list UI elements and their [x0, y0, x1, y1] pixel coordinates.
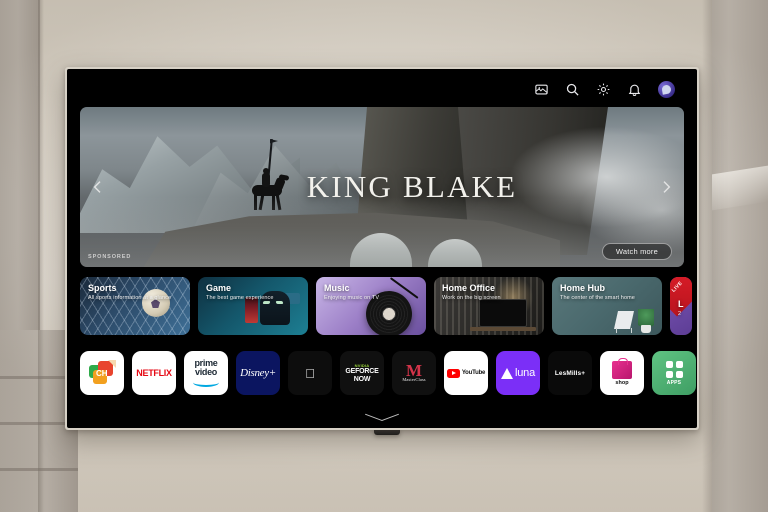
chair-highlight — [262, 301, 271, 304]
chair-highlight — [275, 301, 284, 304]
app-disney-plus[interactable]: Disney+ — [236, 351, 280, 395]
plant-pot-graphic — [641, 325, 651, 333]
app-apps[interactable]: APPS — [652, 351, 696, 395]
app-label: CH — [96, 369, 108, 378]
app-label: shop — [615, 379, 629, 386]
card-subtitle: All sports information at a glance — [88, 295, 172, 301]
app-label: GEFORCE NOW — [345, 368, 379, 383]
app-lg-channels[interactable]: CH — [80, 351, 124, 395]
hero-next-arrow[interactable] — [658, 179, 674, 195]
notifications-icon[interactable] — [627, 82, 642, 97]
card-live-partial[interactable]: LIVE L 2 — [670, 277, 692, 335]
card-title: Home Hub — [560, 283, 605, 293]
app-shop-lg[interactable]: shop — [600, 351, 644, 395]
soccer-ball-icon — [142, 289, 170, 317]
youtube-icon: YouTube — [446, 368, 486, 378]
app-prime-video[interactable]: prime video — [184, 351, 228, 395]
apps-grid-icon — [665, 360, 683, 378]
shopping-bag-icon — [612, 357, 632, 379]
card-subtitle: The best game experience — [206, 295, 274, 301]
app-label: APPS — [666, 379, 682, 386]
youtube-play-icon — [446, 368, 460, 378]
geforce-now-icon: NVIDIA GEFORCE NOW — [345, 363, 378, 383]
app-label: Disney+ — [240, 367, 276, 379]
card-subtitle: Enjoying music on TV — [324, 295, 380, 301]
app-amazon-luna[interactable]: luna — [496, 351, 540, 395]
card-subtitle: The center of the smart home — [560, 295, 635, 301]
app-label: LesMills+ — [554, 369, 586, 377]
apple-logo-icon:  — [305, 367, 315, 380]
card-music[interactable]: Music Enjoying music on TV — [316, 277, 426, 335]
card-subtitle: Work on the big screen — [442, 295, 501, 301]
card-sports[interactable]: Sports All sports information at a glanc… — [80, 277, 190, 335]
app-label: NETFLIX — [136, 368, 172, 378]
card-title: Home Office — [442, 283, 496, 293]
masterclass-mark: M — [405, 360, 423, 380]
lg-channels-icon: CH — [89, 360, 116, 385]
hero-fog-low — [80, 197, 684, 267]
category-card-row: Sports All sports information at a glanc… — [80, 277, 692, 337]
apps-icon: APPS — [665, 360, 683, 386]
hero-banner[interactable]: KING BLAKE SPONSORED Watch more — [80, 107, 684, 267]
card-home-office[interactable]: Home Office Work on the big screen — [434, 277, 544, 335]
expand-chevron-down-icon[interactable] — [361, 410, 403, 422]
app-masterclass[interactable]: M MasterClass — [392, 351, 436, 395]
tv-screen: KING BLAKE SPONSORED Watch more Sports A… — [67, 69, 697, 428]
grid-cell — [665, 370, 673, 378]
picture-mode-icon[interactable] — [534, 82, 549, 97]
card-title: L — [678, 299, 684, 309]
television: KING BLAKE SPONSORED Watch more Sports A… — [65, 67, 699, 430]
app-label: luna — [515, 367, 535, 379]
card-title: Music — [324, 283, 350, 293]
prime-video-icon: prime video — [193, 358, 219, 388]
app-lesmills[interactable]: LesMills+ — [548, 351, 592, 395]
chair-legs-graphic — [616, 328, 632, 333]
grid-cell — [665, 360, 673, 368]
luna-triangle-icon — [501, 367, 513, 379]
profile-avatar[interactable] — [658, 80, 675, 98]
card-title: Game — [206, 283, 232, 293]
app-apple-tv[interactable]:  tv — [288, 351, 332, 395]
shop-icon: shop — [612, 357, 632, 386]
hero-prev-arrow[interactable] — [90, 179, 106, 195]
app-youtube[interactable]: YouTube — [444, 351, 488, 395]
app-label: MasterClass — [402, 377, 426, 383]
settings-icon[interactable] — [596, 82, 611, 97]
monitor-graphic — [479, 299, 527, 327]
chair-graphic — [614, 311, 634, 329]
hero-title: KING BLAKE — [306, 169, 518, 204]
card-home-hub[interactable]: Home Hub The center of the smart home — [552, 277, 662, 335]
card-game[interactable]: Game The best game experience — [198, 277, 308, 335]
sponsored-label: SPONSORED — [88, 254, 132, 260]
app-netflix[interactable]: NETFLIX — [132, 351, 176, 395]
app-geforce-now[interactable]: NVIDIA GEFORCE NOW — [340, 351, 384, 395]
top-bar — [67, 69, 697, 109]
apple-tv-icon:  tv — [305, 367, 315, 380]
app-icon-row: CH NETFLIX prime video Disney+  — [80, 350, 697, 396]
card-title: Sports — [88, 283, 117, 293]
grid-cell — [675, 370, 683, 378]
app-label: YouTube — [461, 370, 486, 376]
desk-graphic — [470, 327, 536, 331]
card-subtitle: 2 — [678, 311, 682, 317]
app-label-line2: video — [194, 367, 217, 377]
search-icon[interactable] — [565, 82, 580, 97]
amazon-smile-icon — [193, 378, 219, 388]
masterclass-icon: M MasterClass — [402, 360, 426, 383]
grid-cell — [675, 360, 683, 368]
watch-more-button[interactable]: Watch more — [601, 243, 672, 260]
